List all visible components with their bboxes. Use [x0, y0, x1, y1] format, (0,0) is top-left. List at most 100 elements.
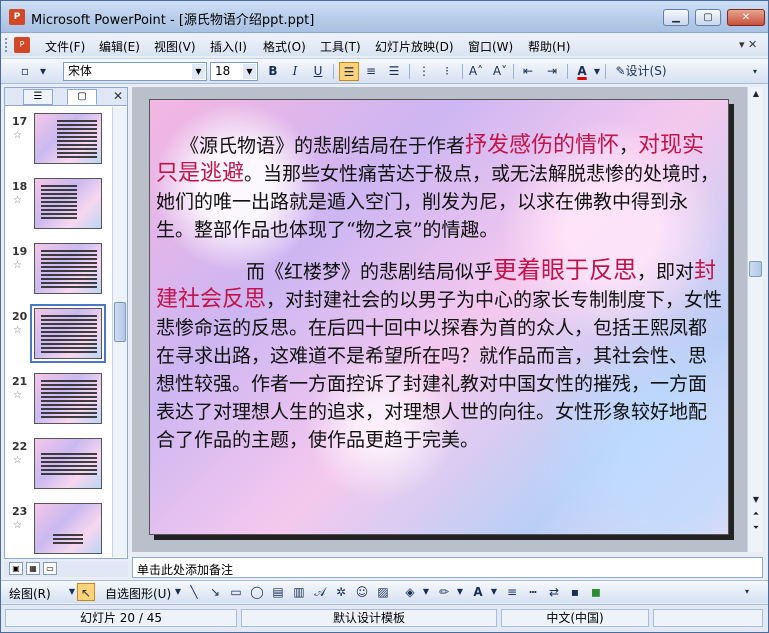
slide-thumbnail[interactable]: 18 ☆ [5, 178, 111, 238]
highlight-text: 更着眼于反思 [493, 256, 638, 284]
slide-thumbnail[interactable]: 22 ☆ [5, 438, 111, 498]
design-template-status[interactable]: 默认设计模板 [241, 609, 497, 627]
wordart-icon[interactable]: 𝒜 [311, 583, 329, 601]
align-left-icon[interactable]: ☰ [339, 62, 359, 81]
increase-indent-icon[interactable]: ⇥ [542, 62, 562, 81]
menu-window[interactable]: 窗口(W) [468, 38, 513, 55]
notes-pane[interactable]: 单击此处添加备注 [132, 557, 763, 578]
toolbar-overflow-icon[interactable]: ▾ [748, 62, 762, 81]
autoshapes-menu-button[interactable]: 自选图形(U) [105, 585, 171, 602]
underline-button[interactable]: U [308, 62, 328, 81]
slide-preview[interactable] [34, 373, 102, 424]
font-size-value: 18 [215, 64, 231, 78]
menu-grip[interactable] [5, 38, 9, 52]
toolbar-overflow-icon[interactable]: ▾ [741, 583, 753, 601]
outline-tab[interactable]: ☰ [23, 89, 53, 105]
scrollbar-thumb[interactable] [749, 261, 762, 277]
menu-slideshow[interactable]: 幻灯片放映(D) [375, 38, 454, 55]
menu-help[interactable]: 帮助(H) [528, 38, 570, 55]
thumb-text [41, 380, 97, 420]
minimize-button[interactable]: ▁ [663, 9, 689, 26]
scroll-up-icon[interactable]: ▲ [749, 87, 763, 101]
decrease-font-icon[interactable]: A˅ [490, 62, 510, 81]
slides-tab[interactable]: ▢ [67, 89, 97, 105]
arrow-icon[interactable]: ↘ [206, 583, 224, 601]
slide-preview[interactable] [34, 243, 102, 294]
vertical-textbox-icon[interactable]: ▥ [290, 583, 308, 601]
slide-thumbnail[interactable]: 21 ☆ [5, 373, 111, 433]
align-right-icon[interactable]: ☰ [384, 62, 404, 81]
menu-edit[interactable]: 编辑(E) [99, 38, 140, 55]
line-icon[interactable]: ╲ [185, 583, 203, 601]
numbering-icon[interactable]: ⋮ [414, 62, 434, 81]
slide-thumbnail[interactable]: 17 ☆ [5, 113, 111, 173]
menu-view[interactable]: 视图(V) [154, 38, 196, 55]
arrow-style-icon[interactable]: ⇄ [545, 583, 563, 601]
thumbnails-scrollbar[interactable] [112, 107, 127, 557]
toolbar-separator [409, 64, 410, 79]
draw-menu-button[interactable]: 绘图(R) [9, 585, 51, 602]
rectangle-icon[interactable]: ▭ [227, 583, 245, 601]
chevron-down-icon[interactable]: ▼ [592, 62, 602, 81]
slide-scrollbar[interactable]: ▲ ▼ ⏶ ⏷ [747, 87, 763, 552]
align-center-icon[interactable]: ≡ [361, 62, 381, 81]
textbox-icon[interactable]: ▤ [269, 583, 287, 601]
slide-thumbnail[interactable]: 19 ☆ [5, 243, 111, 303]
previous-slide-icon[interactable]: ⏶ [749, 507, 763, 521]
slide-preview[interactable] [34, 178, 102, 229]
document-window-controls[interactable]: ▾ ✕ [739, 38, 757, 51]
maximize-button[interactable]: ▢ [695, 9, 721, 26]
chevron-down-icon[interactable]: ▼ [192, 64, 205, 79]
shadow-style-icon[interactable]: ▪ [566, 583, 584, 601]
menu-insert[interactable]: 插入(I) [210, 38, 247, 55]
italic-button[interactable]: I [285, 62, 305, 81]
close-button[interactable]: ✕ [727, 9, 765, 26]
picture-icon[interactable]: ▨ [374, 583, 392, 601]
design-button[interactable]: ✎设计(S) [610, 62, 672, 81]
chevron-down-icon[interactable]: ▼ [243, 64, 256, 79]
bullets-icon[interactable]: ⁝ [437, 62, 457, 81]
toolbar-separator [513, 64, 514, 79]
dash-style-icon[interactable]: ┅ [524, 583, 542, 601]
diagram-icon[interactable]: ✲ [332, 583, 350, 601]
slide-thumbnail-selected[interactable]: 20 ☆ [5, 304, 111, 368]
title-bar: P Microsoft PowerPoint - [源氏物语介绍ppt.ppt]… [1, 1, 768, 33]
slide-text-box[interactable]: 《源氏物语》的悲剧结局在于作者抒发感伤的情怀，对现实只是逃避。当那些女性痛苦达于… [156, 132, 724, 454]
menu-tools[interactable]: 工具(T) [320, 38, 361, 55]
powerpoint-app-icon[interactable]: P [9, 9, 25, 25]
chevron-down-icon[interactable]: ▼ [451, 583, 469, 601]
oval-icon[interactable]: ◯ [248, 583, 266, 601]
bold-button[interactable]: B [263, 62, 283, 81]
next-slide-icon[interactable]: ⏷ [749, 521, 763, 535]
star-icon: ☆ [13, 130, 22, 141]
chevron-down-icon[interactable]: ▼ [485, 583, 503, 601]
font-color-button[interactable]: A [572, 62, 592, 81]
clipart-icon[interactable]: ☺ [353, 583, 371, 601]
document-icon[interactable]: P [14, 37, 30, 53]
slideshow-icon[interactable]: ▭ [43, 562, 57, 575]
font-name-combo[interactable]: 宋体 ▼ [63, 62, 207, 81]
slide-preview[interactable] [34, 438, 102, 489]
thumb-text [53, 534, 83, 544]
decrease-indent-icon[interactable]: ⇤ [518, 62, 538, 81]
font-size-combo[interactable]: 18 ▼ [210, 62, 258, 81]
new-document-icon[interactable]: ▫ [15, 62, 35, 81]
line-style-icon[interactable]: ≡ [503, 583, 521, 601]
normal-view-icon[interactable]: ▣ [9, 562, 23, 575]
menu-format[interactable]: 格式(O) [263, 38, 306, 55]
scrollbar-thumb[interactable] [114, 302, 126, 342]
toolbar-options-icon[interactable]: ▾ [37, 62, 49, 81]
close-icon[interactable]: ✕ [113, 89, 123, 103]
scroll-down-icon[interactable]: ▼ [749, 493, 763, 507]
slide-thumbnail[interactable]: 23 ☆ [5, 503, 111, 557]
slide-preview[interactable] [30, 304, 106, 363]
select-objects-icon[interactable]: ↖ [77, 583, 95, 601]
slide-preview[interactable] [34, 503, 102, 554]
current-slide[interactable]: 《源氏物语》的悲剧结局在于作者抒发感伤的情怀，对现实只是逃避。当那些女性痛苦达于… [149, 99, 729, 535]
slide-sorter-icon[interactable]: ▦ [26, 562, 40, 575]
slide-preview[interactable] [34, 113, 102, 164]
increase-font-icon[interactable]: A˄ [466, 62, 486, 81]
menu-file[interactable]: 文件(F) [45, 38, 85, 55]
chevron-down-icon[interactable]: ▼ [417, 583, 435, 601]
3d-style-icon[interactable]: ◼ [587, 583, 605, 601]
